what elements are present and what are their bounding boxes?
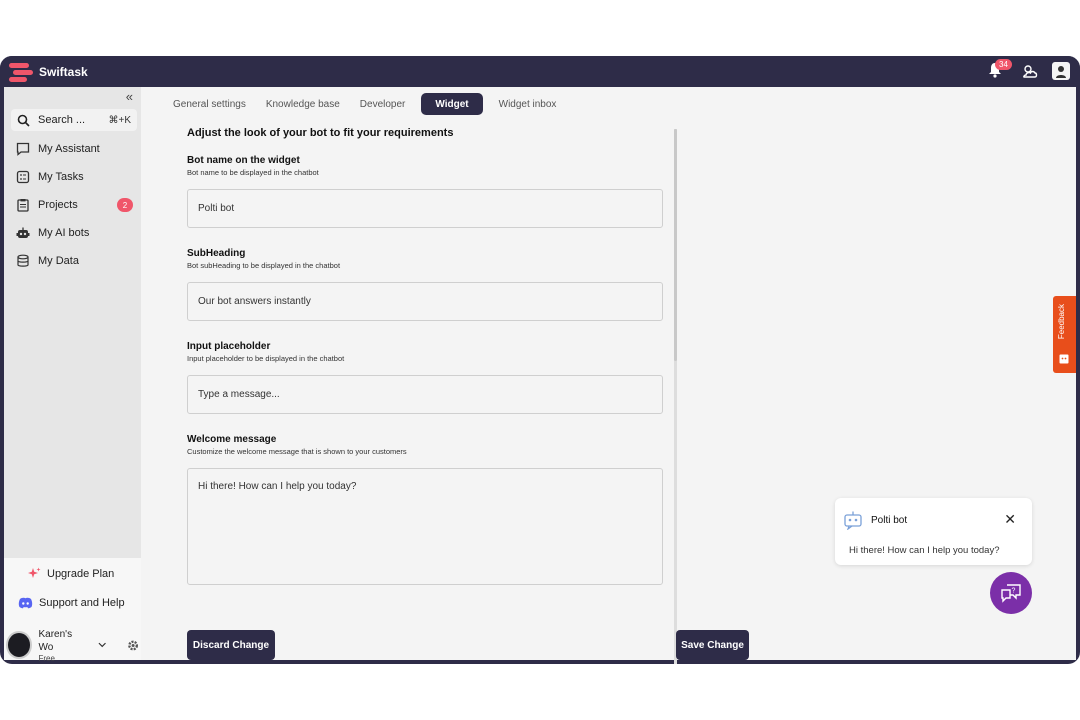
preview-welcome-message: Hi there! How can I help you today? — [849, 545, 1000, 556]
support-help-label: Support and Help — [39, 597, 125, 609]
sidebar-item-label: My Data — [38, 255, 79, 267]
user-avatar-button[interactable] — [1052, 62, 1070, 80]
clipboard-icon — [16, 199, 29, 212]
sidebar-item-my-tasks[interactable]: My Tasks — [11, 163, 137, 191]
svg-text:?: ? — [1012, 588, 1016, 595]
search-button[interactable]: Search ... ⌘+K — [11, 109, 137, 131]
user-name: Karen's Wo — [38, 628, 73, 653]
sidebar-footer: Upgrade Plan Support and Help Karen's Wo… — [4, 558, 141, 663]
sidebar-item-my-ai-bots[interactable]: My AI bots — [11, 219, 137, 247]
app-logo[interactable]: Swiftask — [9, 62, 88, 82]
chat-icon — [16, 142, 29, 156]
welcome-message-textarea[interactable]: Hi there! How can I help you today? — [187, 468, 663, 585]
sparkle-icon — [28, 567, 41, 578]
tab-widget-inbox[interactable]: Widget inbox — [495, 93, 561, 115]
sidebar-item-label: My Tasks — [38, 171, 84, 183]
subheading-input[interactable]: Our bot answers instantly — [187, 282, 663, 321]
search-shortcut: ⌘+K — [108, 114, 131, 126]
search-label: Search ... — [38, 114, 86, 126]
notification-count-badge: 34 — [995, 59, 1012, 70]
bot-name-help: Bot name to be displayed in the chatbot — [187, 168, 319, 177]
tab-widget[interactable]: Widget — [421, 93, 483, 115]
swiftask-logo-icon — [9, 62, 33, 82]
gear-icon[interactable] — [127, 639, 139, 652]
close-icon[interactable]: ✕ — [1004, 512, 1016, 526]
preview-bot-name: Polti bot — [871, 514, 908, 526]
input-placeholder-input[interactable]: Type a message... — [187, 375, 663, 414]
chat-launcher-button[interactable]: ? — [990, 572, 1032, 614]
collapse-sidebar-button[interactable]: « — [126, 89, 133, 104]
settings-tabs: General settings Knowledge base Develope… — [169, 93, 568, 115]
sidebar-item-label: Projects — [38, 199, 78, 211]
discard-change-button[interactable]: Discard Change — [187, 630, 275, 660]
input-placeholder-label: Input placeholder — [187, 341, 271, 352]
app-name: Swiftask — [39, 65, 88, 79]
notifications-button[interactable]: 34 — [988, 59, 1012, 80]
widget-settings-form: Adjust the look of your bot to fit your … — [187, 127, 663, 585]
sidebar-item-label: My Assistant — [38, 143, 100, 155]
save-change-button[interactable]: Save Change — [676, 630, 749, 660]
search-icon — [17, 114, 30, 127]
form-scrollbar-thumb[interactable] — [674, 129, 677, 361]
sidebar-item-label: My AI bots — [38, 227, 90, 239]
subheading-label: SubHeading — [187, 248, 246, 259]
main-content: General settings Knowledge base Develope… — [141, 87, 1076, 664]
sidebar-item-projects[interactable]: Projects 2 — [11, 191, 137, 219]
upgrade-plan-button[interactable]: Upgrade Plan — [28, 567, 114, 580]
database-icon — [16, 254, 29, 267]
upgrade-plan-label: Upgrade Plan — [47, 567, 115, 580]
chevron-down-icon[interactable] — [98, 642, 107, 648]
user-avatar — [6, 631, 33, 659]
app-window: Swiftask 34 « Search ... ⌘+K My Assistan… — [0, 56, 1080, 664]
support-help-button[interactable]: Support and Help — [18, 597, 125, 609]
welcome-message-label: Welcome message — [187, 434, 277, 445]
tab-general-settings[interactable]: General settings — [169, 93, 250, 115]
feedback-icon — [1059, 354, 1069, 364]
welcome-message-help: Customize the welcome message that is sh… — [187, 447, 407, 456]
subheading-help: Bot subHeading to be displayed in the ch… — [187, 261, 341, 270]
input-placeholder-help: Input placeholder to be displayed in the… — [187, 354, 345, 363]
widget-preview-card: Polti bot ✕ Hi there! How can I help you… — [835, 498, 1032, 565]
tab-developer[interactable]: Developer — [356, 93, 410, 115]
discord-icon — [18, 597, 33, 609]
bot-name-input[interactable]: Polti bot — [187, 189, 663, 228]
bot-chat-icon — [844, 511, 862, 530]
tab-knowledge-base[interactable]: Knowledge base — [262, 93, 344, 115]
sidebar-nav: My Assistant My Tasks Projects 2 My AI b… — [11, 135, 137, 275]
avatar-icon — [1056, 66, 1066, 78]
tasks-icon — [16, 170, 29, 184]
feedback-tab[interactable]: Feedback — [1053, 296, 1076, 373]
help-chat-icon: ? — [1001, 584, 1021, 603]
sidebar-item-my-assistant[interactable]: My Assistant — [11, 135, 137, 163]
feedback-label: Feedback — [1057, 304, 1066, 340]
weather-icon[interactable] — [1020, 63, 1038, 79]
user-plan: Free — [38, 653, 55, 663]
top-bar: Swiftask 34 — [0, 56, 1080, 87]
user-account-row[interactable]: Karen's Wo Free — [6, 628, 139, 663]
sidebar-item-my-data[interactable]: My Data — [11, 247, 137, 275]
robot-icon — [16, 227, 29, 238]
projects-count-badge: 2 — [117, 198, 133, 212]
sidebar: « Search ... ⌘+K My Assistant My Tasks P… — [4, 87, 141, 663]
bot-name-label: Bot name on the widget — [187, 155, 300, 166]
form-title: Adjust the look of your bot to fit your … — [187, 127, 454, 139]
